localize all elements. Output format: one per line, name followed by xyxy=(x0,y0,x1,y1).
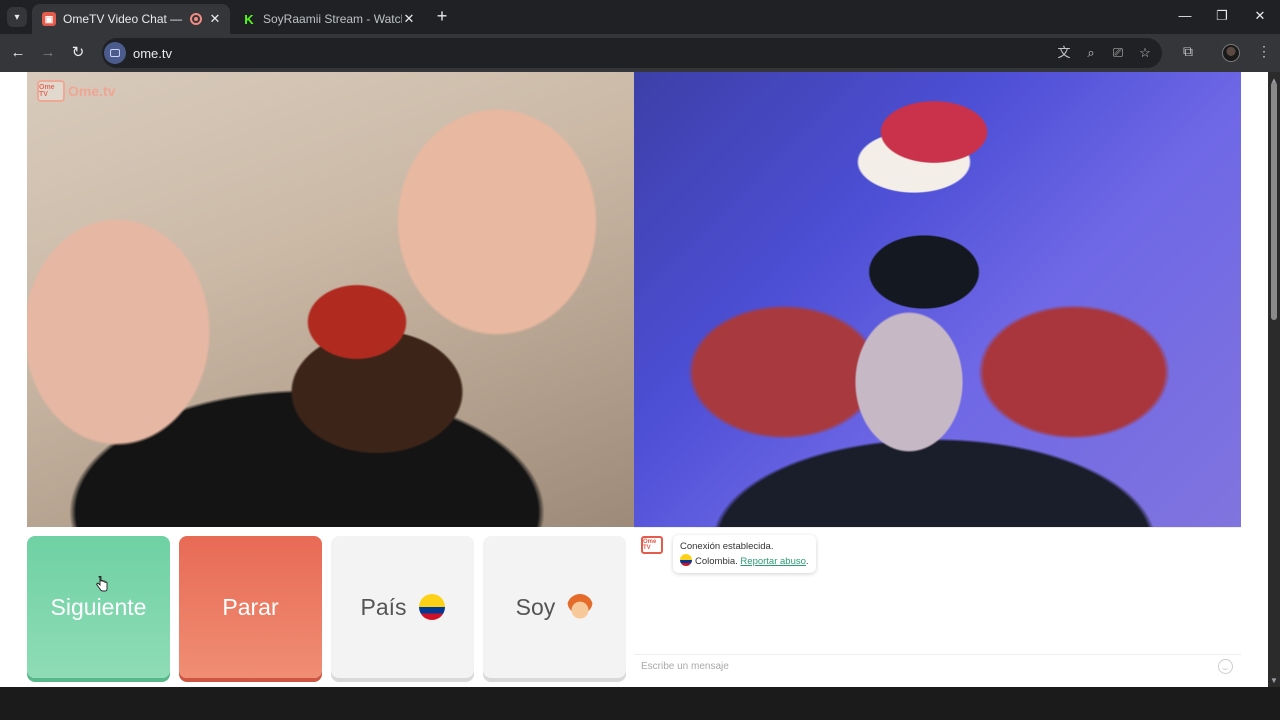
tab-strip: ▾ ▣ OmeTV Video Chat — Omegle ✕ K SoyRaa… xyxy=(0,0,1280,34)
close-tab-icon[interactable]: ✕ xyxy=(402,11,416,27)
system-message: Conexión establecida. Colombia. Reportar… xyxy=(673,535,816,573)
country-button-label: País xyxy=(360,593,407,620)
stop-button[interactable]: Parar xyxy=(179,536,322,678)
emoji-picker-icon[interactable] xyxy=(1218,659,1233,674)
ometv-favicon-icon: ▣ xyxy=(42,12,56,26)
next-button-label: Siguiente xyxy=(50,593,147,620)
recording-indicator-icon xyxy=(190,13,202,25)
zoom-icon[interactable]: ⌕ xyxy=(1082,44,1100,62)
profile-avatar[interactable] xyxy=(1222,44,1240,62)
ometv-logo-text: Ome.tv xyxy=(68,83,116,99)
tab-search-button[interactable]: ▾ xyxy=(7,7,27,27)
cast-icon[interactable]: ⎚ xyxy=(1109,44,1127,62)
menu-icon[interactable]: ⋮ xyxy=(1254,43,1274,60)
colombia-flag-icon xyxy=(680,554,692,566)
country-button[interactable]: País xyxy=(331,536,474,678)
tab-ometv[interactable]: ▣ OmeTV Video Chat — Omegle ✕ xyxy=(32,4,230,34)
forward-icon[interactable]: → xyxy=(38,43,58,63)
partner-country-line: Colombia. Reportar abuso. xyxy=(680,554,809,569)
tab-title: OmeTV Video Chat — Omegle xyxy=(63,12,184,26)
partner-country-text: Colombia. xyxy=(695,556,738,567)
site-info-icon[interactable] xyxy=(104,42,126,64)
extensions-icon[interactable]: ⧉ xyxy=(1178,43,1198,60)
colombia-flag-icon xyxy=(418,594,445,620)
hand-cursor-icon xyxy=(96,576,108,592)
bottom-bar xyxy=(0,687,1280,720)
minimize-icon[interactable]: — xyxy=(1175,8,1195,23)
boy-emoji-icon xyxy=(567,594,594,620)
gender-button-label: Soy xyxy=(515,593,556,620)
chat-panel: Ome TV Conexión establecida. Colombia. R… xyxy=(634,527,1241,678)
tab-title: SoyRaamii Stream - Watch Live xyxy=(263,12,402,26)
bookmark-star-icon[interactable]: ☆ xyxy=(1136,44,1154,62)
back-icon[interactable]: ← xyxy=(8,43,28,63)
connection-status-text: Conexión establecida. xyxy=(680,541,774,552)
self-video xyxy=(634,72,1241,527)
chat-input-bar xyxy=(634,654,1241,678)
ometv-logo: Ome TV Ome.tv xyxy=(37,80,115,102)
scroll-down-icon[interactable]: ▼ xyxy=(1270,676,1278,685)
url-text: ome.tv xyxy=(133,45,173,61)
browser-toolbar: ← → ↻ ome.tv 文 ⌕ ⎚ ☆ ⧉ ⋮ xyxy=(0,34,1280,72)
message-input[interactable] xyxy=(641,661,1201,672)
next-button[interactable]: Siguiente xyxy=(27,536,170,678)
new-tab-button[interactable]: + xyxy=(432,6,452,26)
tab-kick-stream[interactable]: K SoyRaamii Stream - Watch Live ✕ xyxy=(232,4,424,34)
reload-icon[interactable]: ↻ xyxy=(68,43,88,63)
report-abuse-link[interactable]: Reportar abuso xyxy=(740,556,805,567)
kick-favicon-icon: K xyxy=(244,11,254,27)
close-window-icon[interactable]: ✕ xyxy=(1250,8,1270,24)
address-bar[interactable]: ome.tv 文 ⌕ ⎚ ☆ xyxy=(102,38,1162,68)
ometv-chat-avatar-icon: Ome TV xyxy=(641,536,663,554)
page-scrollbar[interactable]: ▲ ▼ xyxy=(1268,72,1280,687)
gender-button[interactable]: Soy xyxy=(483,536,626,678)
scrollbar-thumb[interactable] xyxy=(1271,82,1277,320)
stranger-video: Ome TV Ome.tv xyxy=(27,72,634,527)
ometv-logo-icon: Ome TV xyxy=(37,80,65,102)
report-link-suffix: . xyxy=(805,556,809,567)
stop-button-label: Parar xyxy=(222,593,279,620)
translate-icon[interactable]: 文 xyxy=(1055,44,1073,62)
restore-icon[interactable]: ❐ xyxy=(1212,8,1232,24)
close-tab-icon[interactable]: ✕ xyxy=(208,11,222,27)
